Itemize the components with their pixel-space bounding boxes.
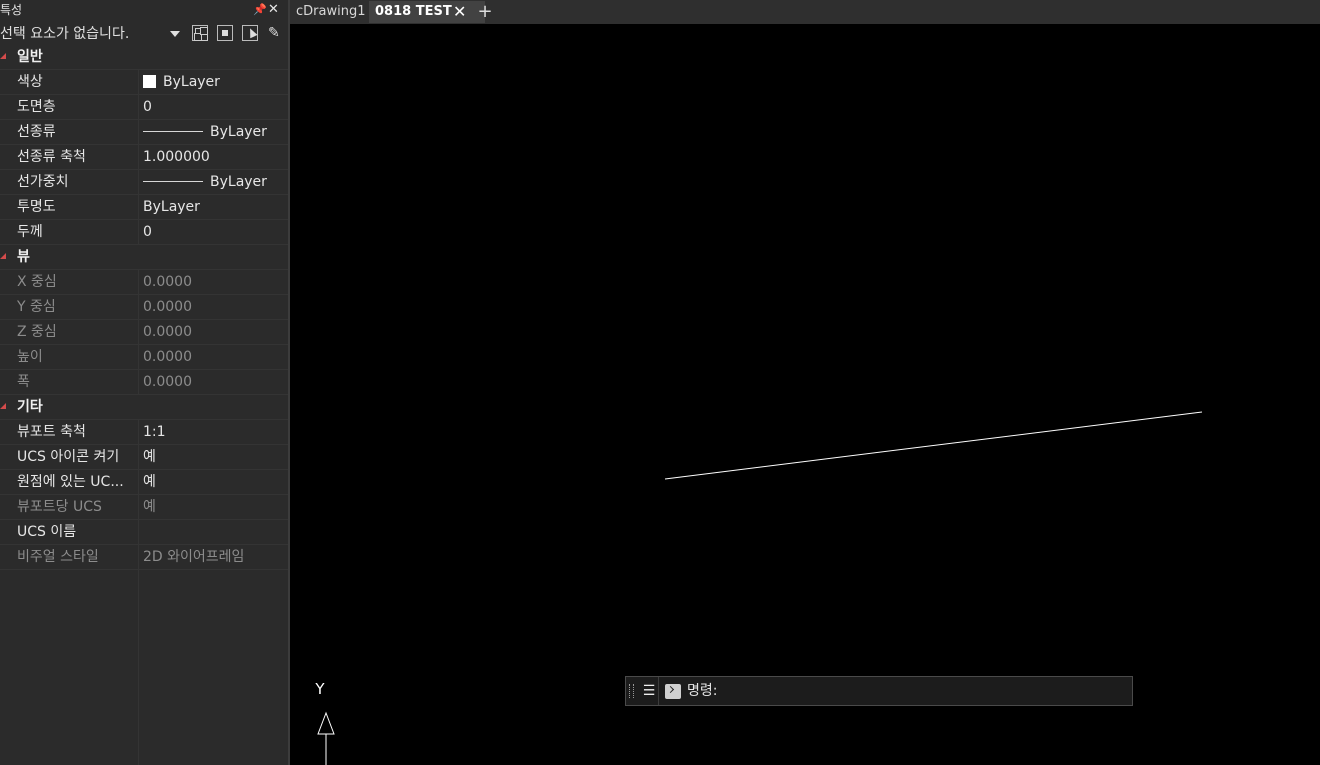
selection-dropdown-value: 선택 요소가 없습니다. (0, 26, 130, 42)
property-key: 뷰포트당 UCS (17, 499, 102, 515)
property-row-lineweight[interactable]: 선가중치 ByLayer (0, 170, 288, 195)
properties-panel: 특성 📌 ✕ 선택 요소가 없습니다. ✎ 일반 색상 ByLayer 도면층 … (0, 0, 290, 765)
command-prompt-icon (665, 684, 681, 699)
property-value[interactable]: ByLayer (143, 120, 283, 144)
close-icon[interactable]: ✕ (453, 1, 466, 23)
drawn-line[interactable] (664, 411, 1203, 480)
property-row-ucs-icon-on[interactable]: UCS 아이콘 켜기 예 (0, 445, 288, 470)
selection-row: 선택 요소가 없습니다. ✎ (0, 22, 288, 46)
category-label: 뷰 (17, 249, 30, 265)
property-key: X 중심 (17, 274, 57, 290)
collapse-triangle-icon[interactable] (0, 253, 6, 259)
column-divider (138, 570, 139, 765)
property-key: 뷰포트 축척 (17, 424, 86, 440)
property-key: 높이 (17, 349, 43, 365)
drawing-canvas[interactable]: Y (290, 24, 1320, 765)
property-key: 폭 (17, 374, 30, 390)
tab-cdrawing1[interactable]: cDrawing1 (290, 1, 370, 23)
property-key: UCS 이름 (17, 524, 77, 540)
property-key: Z 중심 (17, 324, 57, 340)
property-value[interactable]: 예 (143, 445, 283, 469)
collapse-triangle-icon[interactable] (0, 53, 6, 59)
property-value[interactable]: 1:1 (143, 420, 283, 444)
tab-label: 0818 TEST (375, 4, 452, 19)
property-value: 0.0000 (143, 374, 192, 390)
property-row-thickness[interactable]: 두께 0 (0, 220, 288, 245)
command-line: ☰ 명령: (625, 676, 1133, 706)
property-value: 0.0000 (143, 324, 192, 340)
selection-dropdown[interactable]: 선택 요소가 없습니다. (0, 22, 186, 46)
ucs-arrowhead-icon (317, 711, 335, 735)
property-value[interactable]: 예 (143, 470, 283, 494)
property-key: 원점에 있는 UC... (17, 474, 124, 490)
new-tab-button[interactable]: + (476, 0, 494, 24)
line-sample-icon (143, 131, 203, 132)
property-value[interactable]: 1.000000 (143, 145, 283, 169)
close-icon[interactable]: ✕ (268, 0, 279, 20)
property-value[interactable]: 0 (143, 220, 283, 244)
panel-title: 특성 (0, 3, 23, 17)
property-row-center-y: Y 중심 0.0000 (0, 295, 288, 320)
ucs-icon: Y (314, 680, 335, 765)
property-row-ucs-at-origin[interactable]: 원점에 있는 UC... 예 (0, 470, 288, 495)
category-misc[interactable]: 기타 (0, 395, 288, 420)
category-label: 일반 (17, 49, 43, 65)
color-swatch-icon (143, 75, 156, 88)
property-row-transparency[interactable]: 투명도 ByLayer (0, 195, 288, 220)
ucs-y-label: Y (314, 680, 325, 698)
property-row-center-x: X 중심 0.0000 (0, 270, 288, 295)
property-row-width: 폭 0.0000 (0, 370, 288, 395)
property-key: 선종류 축척 (17, 149, 86, 165)
property-row-color[interactable]: 색상 ByLayer (0, 70, 288, 95)
category-general[interactable]: 일반 (0, 45, 288, 70)
property-key: 선가중치 (17, 174, 69, 190)
property-row-ucs-per-viewport: 뷰포트당 UCS 예 (0, 495, 288, 520)
property-key: 색상 (17, 74, 43, 90)
document-tab-bar: cDrawing1 0818 TEST ✕ + (290, 0, 1320, 24)
property-value: 0.0000 (143, 299, 192, 315)
select-objects-icon[interactable] (217, 25, 233, 41)
property-value[interactable]: ByLayer (143, 70, 283, 94)
property-key: 도면층 (17, 99, 56, 115)
pin-icon[interactable]: 📌 (253, 0, 267, 20)
property-row-linetype[interactable]: 선종류 ByLayer (0, 120, 288, 145)
panel-title-bar: 특성 📌 ✕ (0, 0, 288, 20)
property-row-linetype-scale[interactable]: 선종류 축척 1.000000 (0, 145, 288, 170)
property-key: Y 중심 (17, 299, 56, 315)
canvas-svg: Y (314, 411, 1203, 765)
command-prompt-label: 명령: (687, 683, 718, 699)
property-row-ucs-name[interactable]: UCS 이름 (0, 520, 288, 545)
property-key: 비주얼 스타일 (17, 549, 99, 565)
property-value: 0.0000 (143, 349, 192, 365)
customize-icon[interactable]: ✎ (268, 25, 284, 41)
property-key: UCS 아이콘 켜기 (17, 449, 120, 465)
property-grid: 일반 색상 ByLayer 도면층 0 선종류 ByLayer 선종류 축척 1… (0, 45, 288, 570)
line-sample-icon (143, 181, 203, 182)
command-input[interactable] (726, 680, 1130, 704)
toggle-pickadd-icon[interactable] (192, 25, 208, 41)
tab-0818-test[interactable]: 0818 TEST ✕ (369, 1, 485, 23)
property-row-layer[interactable]: 도면층 0 (0, 95, 288, 120)
property-key: 두께 (17, 224, 43, 240)
collapse-triangle-icon[interactable] (0, 403, 6, 409)
property-row-viewport-scale[interactable]: 뷰포트 축척 1:1 (0, 420, 288, 445)
drag-handle-icon[interactable] (629, 684, 634, 698)
property-key: 투명도 (17, 199, 56, 215)
category-view[interactable]: 뷰 (0, 245, 288, 270)
property-value[interactable]: ByLayer (143, 195, 283, 219)
property-value: 0.0000 (143, 274, 192, 290)
menu-icon[interactable]: ☰ (640, 680, 658, 702)
property-row-height: 높이 0.0000 (0, 345, 288, 370)
tab-label: cDrawing1 (296, 4, 366, 19)
property-value[interactable]: ByLayer (143, 170, 283, 194)
property-row-visual-style: 비주얼 스타일 2D 와이어프레임 (0, 545, 288, 570)
property-value[interactable]: 0 (143, 95, 283, 119)
property-value: 예 (143, 499, 156, 515)
category-label: 기타 (17, 399, 43, 415)
property-row-center-z: Z 중심 0.0000 (0, 320, 288, 345)
chevron-down-icon (170, 31, 180, 37)
property-value: 2D 와이어프레임 (143, 549, 245, 565)
property-key: 선종류 (17, 124, 56, 140)
quick-select-icon[interactable] (242, 25, 258, 41)
